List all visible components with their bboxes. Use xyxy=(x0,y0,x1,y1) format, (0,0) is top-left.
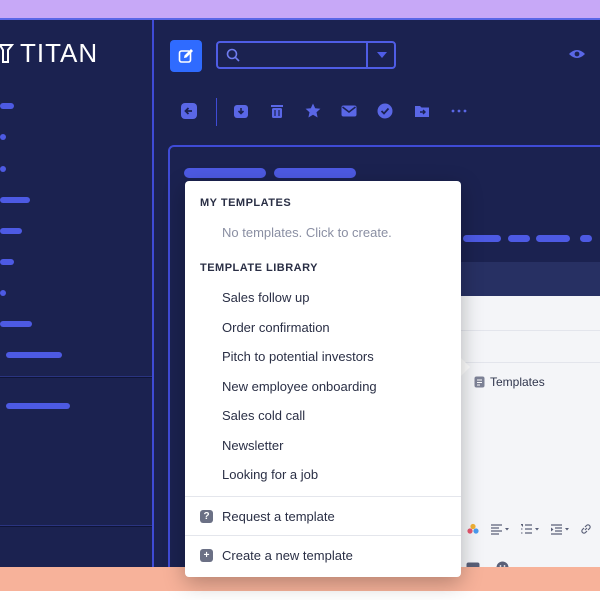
meta-placeholder xyxy=(463,235,501,242)
dropdown-pointer xyxy=(461,358,470,376)
mail-icon[interactable] xyxy=(340,102,358,120)
titan-logo-icon xyxy=(0,44,14,63)
archive-icon[interactable] xyxy=(232,102,250,120)
template-item-newsletter[interactable]: Newsletter xyxy=(222,438,283,453)
compose-button[interactable] xyxy=(170,40,202,72)
more-icon[interactable] xyxy=(450,102,468,120)
dropdown-divider xyxy=(185,535,461,536)
numbered-list-icon[interactable] xyxy=(520,523,540,535)
sidebar-folder-placeholder[interactable] xyxy=(0,166,6,172)
back-icon[interactable] xyxy=(180,102,198,120)
template-library-heading: TEMPLATE LIBRARY xyxy=(200,262,318,274)
dropdown-divider xyxy=(185,496,461,497)
edit-icon xyxy=(178,49,193,63)
search-options-chevron-down-icon[interactable] xyxy=(377,52,387,58)
subject-placeholder xyxy=(184,168,266,178)
text-color-icon[interactable] xyxy=(466,523,480,535)
check-icon[interactable] xyxy=(376,102,394,120)
request-template-label: Request a template xyxy=(222,509,335,524)
sidebar: TITAN xyxy=(0,20,154,569)
compose-editor[interactable] xyxy=(460,262,600,587)
editor-header xyxy=(460,262,600,296)
app-logo: TITAN xyxy=(0,38,98,68)
sidebar-folder-placeholder[interactable] xyxy=(0,321,32,327)
sidebar-folder-placeholder[interactable] xyxy=(0,134,6,140)
link-icon[interactable] xyxy=(580,523,592,535)
template-item-looking-for-job[interactable]: Looking for a job xyxy=(222,467,318,482)
plus-icon: + xyxy=(200,549,213,562)
sidebar-folder-placeholder[interactable] xyxy=(6,352,62,358)
my-templates-heading: MY TEMPLATES xyxy=(200,197,292,209)
template-item-sales-cold-call[interactable]: Sales cold call xyxy=(222,408,305,423)
editor-field-divider xyxy=(460,362,600,363)
search-divider xyxy=(366,43,368,67)
sidebar-folder-placeholder[interactable] xyxy=(0,197,30,203)
template-item-pitch-investors[interactable]: Pitch to potential investors xyxy=(222,349,374,364)
templates-label: Templates xyxy=(490,375,545,389)
indent-icon[interactable] xyxy=(550,523,570,535)
sidebar-divider xyxy=(0,525,152,527)
align-icon[interactable] xyxy=(490,523,510,535)
search-icon xyxy=(226,48,240,62)
sender-placeholder xyxy=(274,168,356,178)
bottom-margin xyxy=(0,591,600,600)
sidebar-account-placeholder[interactable] xyxy=(6,403,70,409)
no-templates-message[interactable]: No templates. Click to create. xyxy=(222,225,392,240)
editor-field-divider xyxy=(460,330,600,331)
top-decoration-band xyxy=(0,0,600,18)
meta-placeholder xyxy=(580,235,592,242)
template-item-employee-onboarding[interactable]: New employee onboarding xyxy=(222,379,377,394)
meta-placeholder xyxy=(536,235,570,242)
move-icon[interactable] xyxy=(413,102,431,120)
sidebar-folder-placeholder[interactable] xyxy=(0,290,6,296)
toolbar-separator xyxy=(216,98,217,126)
request-template-button[interactable]: ? Request a template xyxy=(200,509,335,524)
formatting-toolbar xyxy=(466,523,592,535)
question-icon: ? xyxy=(200,510,213,523)
eye-icon[interactable] xyxy=(568,48,586,60)
templates-dropdown: MY TEMPLATES No templates. Click to crea… xyxy=(185,181,461,577)
sidebar-divider xyxy=(0,376,152,378)
star-icon[interactable] xyxy=(304,102,322,120)
search-input[interactable] xyxy=(216,41,396,69)
document-icon xyxy=(474,376,485,388)
meta-placeholder xyxy=(508,235,530,242)
sidebar-folder-placeholder[interactable] xyxy=(0,228,22,234)
sidebar-folder-placeholder[interactable] xyxy=(0,259,14,265)
create-template-button[interactable]: + Create a new template xyxy=(200,548,353,563)
create-template-label: Create a new template xyxy=(222,548,353,563)
template-item-sales-follow-up[interactable]: Sales follow up xyxy=(222,290,309,305)
trash-icon[interactable] xyxy=(268,102,286,120)
sidebar-folder-placeholder[interactable] xyxy=(0,103,14,109)
brand-name: TITAN xyxy=(20,37,99,68)
templates-button[interactable]: Templates xyxy=(474,375,545,389)
template-item-order-confirmation[interactable]: Order confirmation xyxy=(222,320,330,335)
